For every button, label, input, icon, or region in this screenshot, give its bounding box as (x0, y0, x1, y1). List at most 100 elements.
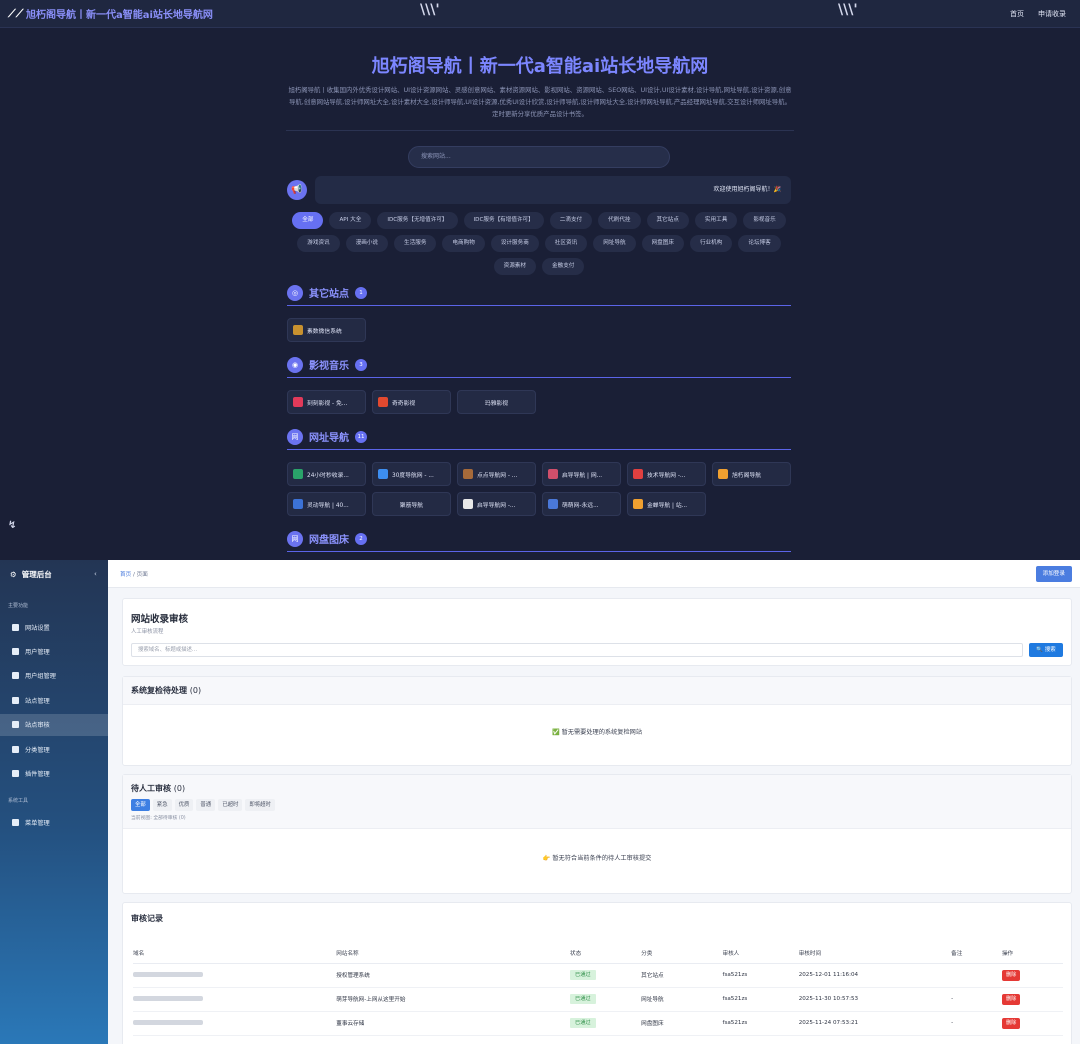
category-tag[interactable]: 影视音乐 (743, 212, 786, 229)
menu-item-icon (12, 769, 19, 777)
domain-cell (133, 1011, 337, 1036)
filter-button[interactable]: 即将超时 (245, 799, 275, 811)
section-cards: 素数微信系统 (287, 318, 791, 342)
hero-divider (286, 130, 794, 131)
site-card[interactable]: 点点导航网 - ... (457, 462, 536, 486)
site-card-name: 灵动导航 | 40... (307, 502, 349, 509)
category-tag[interactable]: 实用工具 (694, 212, 738, 229)
category-tag[interactable]: 其它站点 (646, 212, 689, 229)
sidebar-item[interactable]: 分类管理 (0, 738, 108, 760)
status-badge: 已通过 (570, 970, 596, 980)
site-card[interactable]: 24小时秒收录... (287, 462, 366, 486)
category-tag[interactable]: 全部 (292, 212, 324, 229)
site-card[interactable]: 聚筋导航 (372, 492, 451, 516)
frontend-screenshot: ⟋⟋ 旭朽阁导航丨新一代a智能ai站长地导航网 首页 申请收录 \\\' \\\… (0, 0, 1080, 560)
site-card[interactable]: 灵动导航 | 40... (287, 492, 366, 516)
sidebar-item[interactable]: 站点管理 (0, 689, 108, 711)
delete-button[interactable]: 删除 (1001, 969, 1021, 981)
section-title[interactable]: 其它站点 (309, 285, 349, 300)
category-tag[interactable]: 电商购物 (442, 235, 485, 252)
site-card[interactable]: 启导导航网 -... (457, 492, 536, 516)
page-subtitle: 人工审核流程 (131, 629, 164, 635)
add-login-button[interactable]: 添加登录 (1035, 566, 1072, 582)
notice-bar: 欢迎使用旭朽阁导航！🎉 (315, 176, 791, 204)
filter-button[interactable]: 普通 (196, 799, 216, 811)
review-search-input[interactable]: 搜索域名、标题或描述... (131, 643, 1023, 657)
site-search-input[interactable]: 搜索网站... (408, 146, 670, 168)
status-cell: 已通过 (570, 1011, 642, 1036)
collapse-icon[interactable]: ‹ (94, 570, 97, 578)
sidebar-item-label: 网站设置 (25, 624, 50, 632)
site-card[interactable]: 技术导航网 -... (627, 462, 706, 486)
manual-review-title: 待人工审核 (131, 784, 171, 793)
category-tag[interactable]: 资源素材 (493, 258, 536, 275)
site-card[interactable]: 旭朽阁导航 (712, 462, 791, 486)
status-badge: 已通过 (570, 994, 596, 1004)
site-card[interactable]: 金蝉导航 | 站... (627, 492, 706, 516)
site-brand[interactable]: ⟋⟋ 旭朽阁导航丨新一代a智能ai站长地导航网 (8, 6, 213, 22)
category-tag[interactable]: 代刷代挂 (598, 212, 641, 229)
section-title[interactable]: 网址导航 (309, 429, 349, 444)
filter-button[interactable]: 全部 (131, 799, 150, 811)
breadcrumb-home[interactable]: 首页 (120, 572, 131, 578)
filter-button[interactable]: 优质 (174, 799, 194, 811)
decor-mark-icon: \\\' (838, 2, 858, 18)
site-card[interactable]: 素数微信系统 (287, 318, 366, 342)
category-tag[interactable]: 二滴支付 (549, 212, 593, 229)
site-card[interactable]: 启导导航 | 网... (542, 462, 621, 486)
sidebar-item[interactable]: 用户管理 (0, 640, 108, 662)
menu-item-icon (12, 818, 19, 826)
site-favicon-icon (293, 469, 303, 479)
table-row: 董事云存储 已通过 网盘图床 fsa521zs 2025-11-24 07:53:21-… (133, 1011, 1063, 1036)
system-recheck-title: 系统复检待处理 (131, 686, 187, 695)
nav-home[interactable]: 首页 (1010, 9, 1024, 19)
site-card[interactable]: 玛雅影视 (457, 390, 536, 414)
review-time-cell: 2025-12-01 11:16:04 (798, 963, 952, 988)
category-tag[interactable]: 社区资讯 (544, 235, 588, 252)
category-tag[interactable]: API 大全 (329, 212, 372, 229)
category-tag[interactable]: IDC服务【无增值许可】 (377, 212, 458, 229)
category-tag[interactable]: 生活服务 (394, 235, 437, 252)
sidebar-item[interactable]: 用户组管理 (0, 665, 108, 687)
sidebar-item-label: 插件管理 (25, 770, 50, 778)
delete-button[interactable]: 删除 (1001, 993, 1021, 1005)
review-search-button[interactable]: 🔍 搜索 (1029, 643, 1063, 657)
sidebar-item[interactable]: 菜单管理 (0, 811, 108, 833)
site-favicon-icon (293, 499, 303, 509)
category-tag[interactable]: 设计服务商 (490, 235, 539, 252)
site-card[interactable]: 奇奇影视 (372, 390, 451, 414)
category-tag[interactable]: 网址导航 (593, 235, 636, 252)
section-title[interactable]: 影视音乐 (309, 357, 349, 372)
column-header: 审核时间 (798, 943, 952, 964)
sidebar-item[interactable]: 插件管理 (0, 762, 108, 784)
filter-button[interactable]: 已超时 (218, 799, 243, 811)
category-tag[interactable]: 行业机构 (689, 235, 733, 252)
column-header: 备注 (951, 943, 1002, 964)
delete-button[interactable]: 删除 (1001, 1017, 1021, 1029)
category-tag[interactable]: 游戏资讯 (297, 235, 340, 252)
site-card[interactable]: 30度导航网 - ... (372, 462, 451, 486)
sidebar-item[interactable]: 站点审核 (0, 713, 108, 736)
admin-main: 首页 / 页面 添加登录 网站收录审核 人工审核流程 搜索域名、标题或描述...… (108, 560, 1080, 1044)
sidebar-item[interactable]: 网站设置 (0, 616, 108, 638)
menu-item-icon (12, 721, 19, 729)
review-header-panel: 网站收录审核 人工审核流程 搜索域名、标题或描述... 🔍 搜索 (122, 598, 1072, 666)
nav-apply[interactable]: 申请收录 (1038, 9, 1066, 19)
site-card-name: 启导导航网 -... (477, 502, 516, 509)
manual-review-empty: 👉 暂无符合当前条件的待人工审核提交 (542, 855, 652, 862)
site-card-name: 聚筋导航 (399, 502, 424, 509)
site-card[interactable]: 萌萌网-永远... (542, 492, 621, 516)
section-title[interactable]: 网盘图床 (309, 531, 349, 546)
site-card[interactable]: 刻刻影视 - 免... (287, 390, 366, 414)
section-header: ◉ 影视音乐 3 (287, 356, 791, 378)
category-tag[interactable]: 金融支付 (542, 258, 585, 275)
category-tag[interactable]: 网盘图床 (641, 235, 684, 252)
section-icon: ◉ (287, 356, 303, 373)
filter-button[interactable]: 紧急 (152, 799, 172, 811)
category-tag[interactable]: 论坛博客 (738, 235, 781, 252)
category-tag[interactable]: 漫画小说 (345, 235, 389, 252)
site-favicon-icon (463, 469, 473, 479)
category-tag[interactable]: IDC服务【有增值许可】 (463, 212, 544, 229)
manual-review-panel: 待人工审核 (0) 全部 紧急 优质 普通 已超时 即将超时 当前视图: 全部待审核 (0… (122, 774, 1072, 894)
site-card-name: 素数微信系统 (307, 328, 342, 335)
